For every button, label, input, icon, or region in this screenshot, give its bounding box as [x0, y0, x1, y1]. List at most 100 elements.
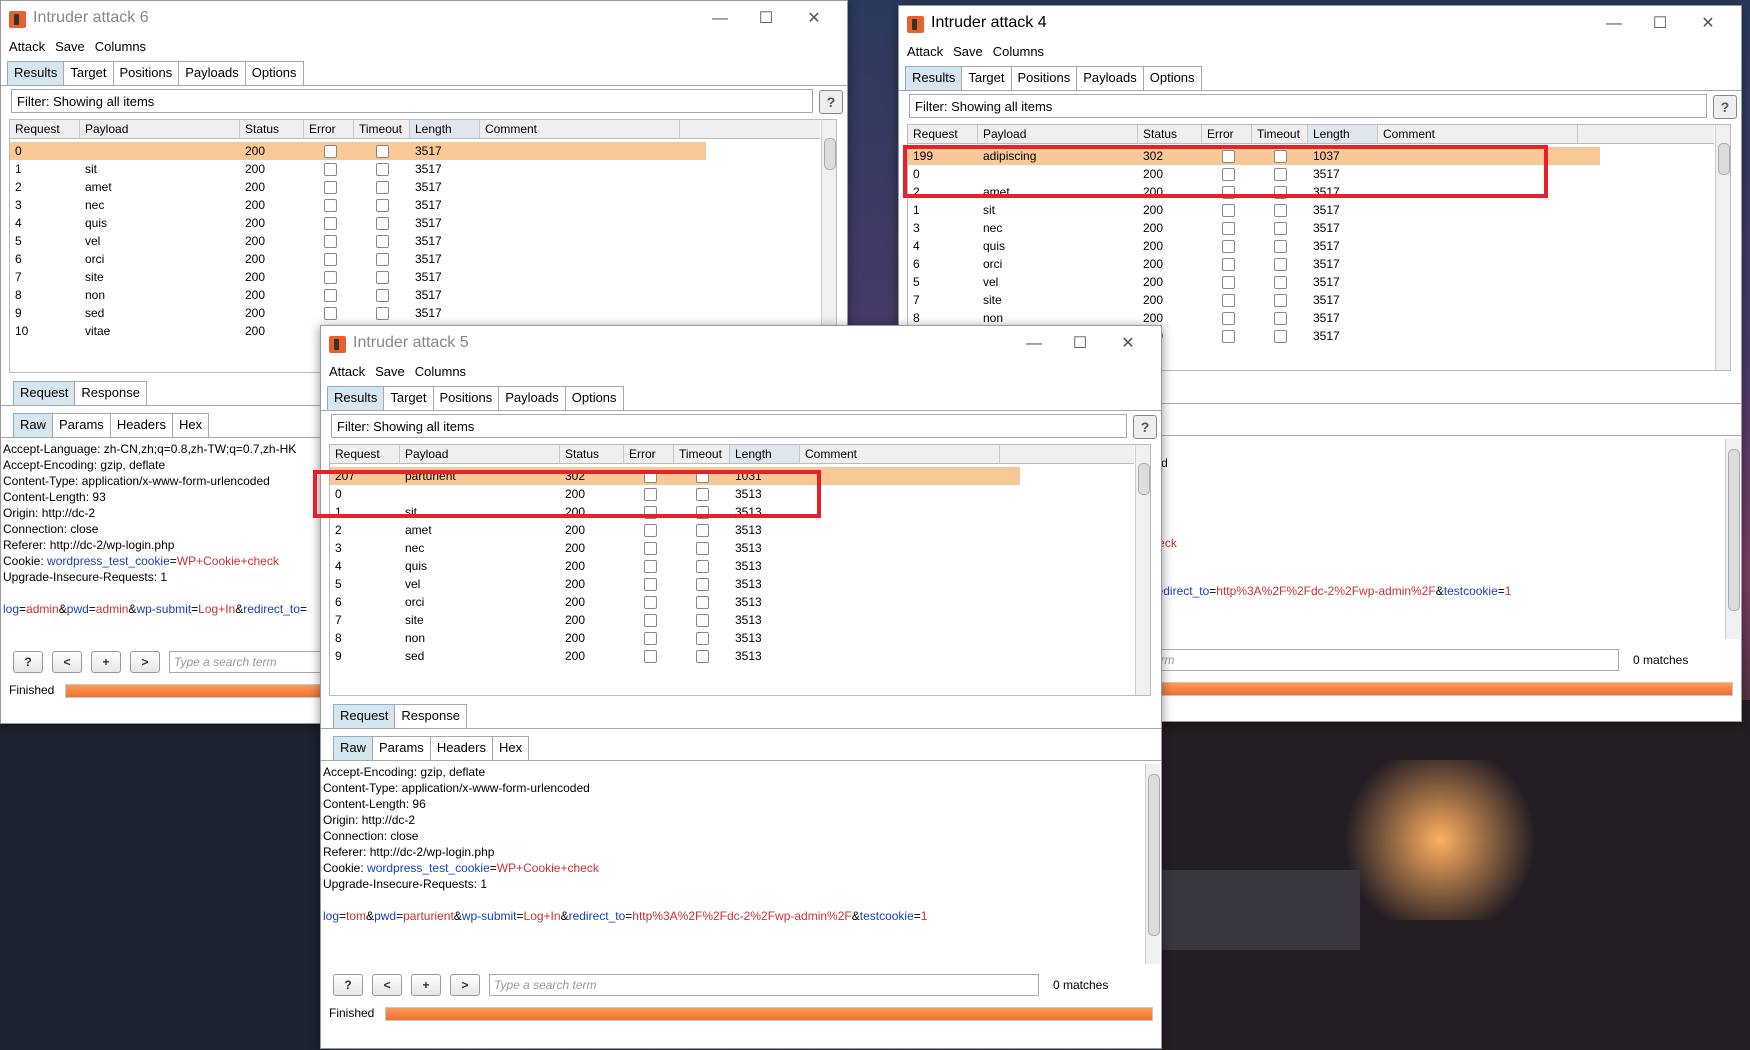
scrollbar-thumb[interactable]	[824, 138, 836, 170]
error-checkbox[interactable]	[1222, 276, 1235, 289]
help-button[interactable]: ?	[333, 974, 363, 996]
error-checkbox[interactable]	[324, 217, 337, 230]
timeout-checkbox[interactable]	[1274, 240, 1287, 253]
menu-columns[interactable]: Columns	[95, 39, 146, 54]
timeout-checkbox[interactable]	[376, 307, 389, 320]
menu-columns[interactable]: Columns	[993, 44, 1044, 59]
table-scrollbar[interactable]	[1135, 445, 1150, 695]
scrollbar-thumb[interactable]	[1138, 463, 1150, 495]
timeout-checkbox[interactable]	[696, 578, 709, 591]
timeout-checkbox[interactable]	[376, 199, 389, 212]
error-checkbox[interactable]	[1222, 294, 1235, 307]
menu-attack[interactable]: Attack	[329, 364, 365, 379]
tab-payloads[interactable]: Payloads	[178, 61, 246, 85]
error-checkbox[interactable]	[644, 596, 657, 609]
tab-target[interactable]: Target	[383, 386, 434, 410]
close-button[interactable]: ✕	[791, 5, 837, 33]
next-add-button[interactable]: +	[411, 974, 441, 996]
timeout-checkbox[interactable]	[696, 614, 709, 627]
table-row[interactable]: 7 site 200 3517	[908, 291, 1600, 309]
table-row[interactable]: 5 vel 200 3517	[908, 273, 1600, 291]
table-row[interactable]: 0 200 3517	[10, 142, 706, 160]
next-add-button[interactable]: +	[91, 651, 121, 673]
timeout-checkbox[interactable]	[1274, 312, 1287, 325]
tab-positions[interactable]: Positions	[1010, 66, 1078, 90]
column-header-timeout[interactable]: Timeout	[354, 120, 410, 138]
error-checkbox[interactable]	[324, 145, 337, 158]
filter-bar[interactable]: Filter: Showing all items	[909, 94, 1707, 118]
previous-button[interactable]: <	[52, 651, 82, 673]
maximize-button[interactable]: ☐	[743, 5, 789, 33]
column-header-error[interactable]: Error	[624, 445, 674, 463]
timeout-checkbox[interactable]	[376, 271, 389, 284]
help-button[interactable]: ?	[13, 651, 43, 673]
column-header-error[interactable]: Error	[1202, 125, 1252, 143]
menu-save[interactable]: Save	[375, 364, 405, 379]
tab-results[interactable]: Results	[905, 66, 963, 90]
column-header-status[interactable]: Status	[240, 120, 304, 138]
timeout-checkbox[interactable]	[376, 145, 389, 158]
tab-hex[interactable]: Hex	[171, 413, 210, 437]
editor-scrollbar[interactable]	[1725, 439, 1740, 639]
tab-request[interactable]: Request	[13, 381, 76, 405]
table-row[interactable]: 3 nec 200 3513	[330, 539, 1020, 557]
table-scrollbar[interactable]	[1715, 125, 1730, 370]
table-row[interactable]: 3 nec 200 3517	[908, 219, 1600, 237]
error-checkbox[interactable]	[1222, 258, 1235, 271]
tab-params[interactable]: Params	[52, 413, 111, 437]
column-header-length[interactable]: Length	[730, 445, 800, 463]
table-row[interactable]: 6 orci 200 3517	[908, 255, 1600, 273]
menu-columns[interactable]: Columns	[415, 364, 466, 379]
column-header-length[interactable]: Length	[1308, 125, 1378, 143]
close-button[interactable]: ✕	[1685, 10, 1731, 38]
table-row[interactable]: 8 non 200 3513	[330, 629, 1020, 647]
timeout-checkbox[interactable]	[696, 560, 709, 573]
tab-hex[interactable]: Hex	[491, 736, 530, 760]
column-header-status[interactable]: Status	[560, 445, 624, 463]
column-header-request[interactable]: Request	[908, 125, 978, 143]
table-row[interactable]: 6 orci 200 3513	[330, 593, 1020, 611]
tab-options[interactable]: Options	[244, 61, 304, 85]
error-checkbox[interactable]	[324, 307, 337, 320]
error-checkbox[interactable]	[1222, 312, 1235, 325]
column-header-timeout[interactable]: Timeout	[674, 445, 730, 463]
error-checkbox[interactable]	[1222, 240, 1235, 253]
maximize-button[interactable]: ☐	[1057, 330, 1103, 358]
timeout-checkbox[interactable]	[1274, 204, 1287, 217]
table-row[interactable]: 5 vel 200 3513	[330, 575, 1020, 593]
error-checkbox[interactable]	[644, 650, 657, 663]
tab-payloads[interactable]: Payloads	[1076, 66, 1144, 90]
timeout-checkbox[interactable]	[376, 253, 389, 266]
timeout-checkbox[interactable]	[376, 163, 389, 176]
tab-target[interactable]: Target	[961, 66, 1012, 90]
column-header-payload[interactable]: Payload	[80, 120, 240, 138]
column-header-request[interactable]: Request	[10, 120, 80, 138]
timeout-checkbox[interactable]	[696, 650, 709, 663]
timeout-checkbox[interactable]	[376, 181, 389, 194]
tab-payloads[interactable]: Payloads	[498, 386, 566, 410]
request-editor[interactable]: Accept-Encoding: gzip, deflateContent-Ty…	[323, 764, 1143, 964]
error-checkbox[interactable]	[324, 181, 337, 194]
table-row[interactable]: 2 amet 200 3513	[330, 521, 1020, 539]
column-header-comment[interactable]: Comment	[480, 120, 680, 138]
error-checkbox[interactable]	[644, 578, 657, 591]
error-checkbox[interactable]	[644, 632, 657, 645]
search-input[interactable]: Type a search term	[489, 974, 1039, 996]
table-row[interactable]: 4 quis 200 3517	[908, 237, 1600, 255]
filter-bar[interactable]: Filter: Showing all items	[331, 414, 1127, 438]
minimize-button[interactable]: —	[1011, 330, 1057, 358]
tab-results[interactable]: Results	[327, 386, 385, 410]
timeout-checkbox[interactable]	[1274, 276, 1287, 289]
table-row[interactable]: 1 sit 200 3517	[10, 160, 706, 178]
scrollbar-thumb[interactable]	[1148, 774, 1160, 936]
tab-response[interactable]: Response	[74, 381, 147, 405]
error-checkbox[interactable]	[644, 614, 657, 627]
error-checkbox[interactable]	[644, 524, 657, 537]
error-checkbox[interactable]	[1222, 330, 1235, 343]
help-icon[interactable]: ?	[819, 90, 843, 114]
error-checkbox[interactable]	[324, 199, 337, 212]
column-header-request[interactable]: Request	[330, 445, 400, 463]
tab-response[interactable]: Response	[394, 704, 467, 728]
table-row[interactable]: 6 orci 200 3517	[10, 250, 706, 268]
error-checkbox[interactable]	[324, 235, 337, 248]
